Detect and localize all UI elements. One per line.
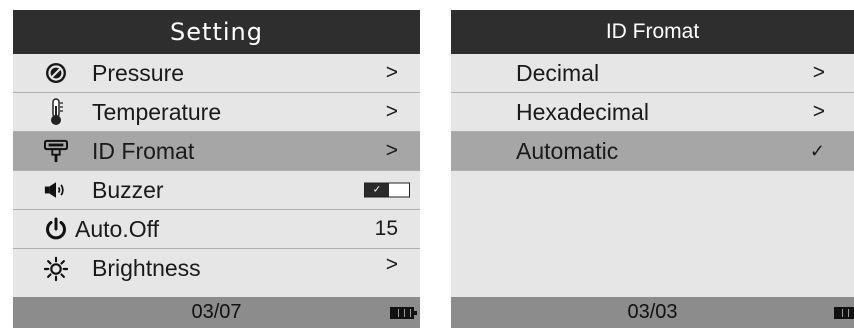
id-format-header: ID Fromat (451, 10, 854, 54)
option-label: Hexadecimal (516, 98, 649, 125)
settings-screen: Setting Pressure > Temperature > ID From… (13, 10, 420, 328)
chevron-right-icon: > (385, 100, 398, 123)
menu-item-temperature[interactable]: Temperature > (13, 93, 420, 132)
buzzer-toggle[interactable]: ✓ (364, 182, 410, 198)
chevron-right-icon: > (385, 61, 398, 84)
tpms-sensor-icon (44, 139, 68, 163)
id-format-screen: ID Fromat Decimal > Hexadecimal > Automa… (451, 10, 854, 328)
option-decimal[interactable]: Decimal > (451, 54, 854, 93)
option-automatic[interactable]: Automatic ✓ (451, 132, 854, 171)
menu-item-label: Buzzer (92, 176, 164, 203)
power-icon (44, 217, 68, 241)
page-indicator: 03/07 (191, 301, 242, 323)
chevron-right-icon: > (385, 253, 398, 276)
settings-title: Setting (170, 18, 263, 46)
menu-item-id-format[interactable]: ID Fromat > (13, 132, 420, 171)
menu-item-label: Temperature (92, 98, 222, 125)
option-hexadecimal[interactable]: Hexadecimal > (451, 93, 854, 132)
battery-icon (390, 306, 417, 319)
option-label: Automatic (516, 137, 619, 164)
menu-item-pressure[interactable]: Pressure > (13, 54, 420, 93)
status-bar: 03/03 (451, 297, 854, 328)
menu-item-label: Brightness (92, 255, 201, 281)
id-format-title: ID Fromat (605, 20, 700, 43)
menu-item-label: Pressure (92, 59, 185, 86)
battery-icon (834, 306, 854, 319)
chevron-right-icon: > (812, 100, 825, 123)
checkmark-icon: ✓ (809, 140, 825, 161)
auto-off-value: 15 (374, 217, 398, 240)
menu-item-label: Auto.Off (75, 215, 159, 242)
option-label: Decimal (516, 59, 600, 86)
menu-item-brightness[interactable]: Brightness > (13, 249, 420, 288)
menu-item-auto-off[interactable]: Auto.Off 15 (13, 210, 420, 249)
menu-item-label: ID Fromat (92, 137, 195, 164)
chevron-right-icon: > (385, 139, 398, 162)
sun-icon (44, 256, 68, 281)
chevron-right-icon: > (812, 61, 825, 84)
speaker-icon (44, 178, 68, 202)
status-bar: 03/07 (13, 297, 420, 328)
settings-header: Setting (13, 10, 420, 54)
check-icon: ✓ (365, 183, 389, 197)
thermometer-icon (44, 98, 68, 125)
pressure-icon (44, 61, 68, 85)
menu-item-buzzer[interactable]: Buzzer ✓ (13, 171, 420, 210)
page-indicator: 03/03 (627, 301, 678, 323)
